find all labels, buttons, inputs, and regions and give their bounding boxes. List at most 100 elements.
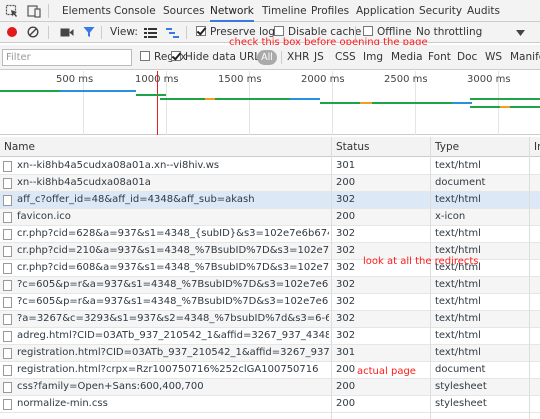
record-icon[interactable] (6, 26, 18, 38)
filter-xhr[interactable]: XHR (287, 45, 309, 70)
large-rows-icon[interactable] (144, 27, 157, 38)
filter-doc[interactable]: Doc (457, 45, 477, 70)
file-icon (3, 331, 12, 342)
request-status-cell: 302 (336, 228, 356, 239)
overview-tick-label: 1500 ms (218, 74, 262, 85)
request-name-cell: registration.html?CID=03ATb_937_210542_1… (17, 347, 329, 358)
checkbox-unchecked[interactable] (274, 26, 284, 36)
table-row[interactable]: ?c=605&p=r&a=937&s1=4348_%7BsubID%7D&s3=… (0, 294, 540, 311)
tab-profiles[interactable]: Profiles (311, 0, 349, 22)
request-name-cell: cr.php?cid=628&a=937&s1=4348_{subID}&s3=… (17, 228, 329, 239)
filter-manifest[interactable]: Manife (510, 45, 540, 70)
tab-separator (48, 4, 49, 18)
overview-bar (0, 90, 60, 92)
tab-network[interactable]: Network (210, 0, 254, 22)
filter-font[interactable]: Font (428, 45, 451, 70)
request-type-cell: text/html (435, 296, 481, 307)
request-type-cell: text/html (435, 228, 481, 239)
table-row[interactable]: normalize-min.css 200 stylesheet (0, 396, 540, 413)
chevron-down-icon[interactable] (516, 30, 525, 36)
request-status-cell: 302 (336, 313, 356, 324)
toolbar-separator (101, 26, 102, 39)
table-row[interactable]: xn--ki8hb4a5cudxa08a01a.xn--vi8hiv.ws 301… (0, 158, 540, 175)
tab-application[interactable]: Application (356, 0, 415, 22)
column-divider (331, 137, 332, 419)
file-icon (3, 178, 12, 189)
request-status-cell: 301 (336, 347, 356, 358)
tab-timeline[interactable]: Timeline (262, 0, 307, 22)
clear-icon[interactable] (27, 26, 39, 38)
tab-elements[interactable]: Elements (62, 0, 111, 22)
table-row[interactable]: favicon.ico 200 x-icon (0, 209, 540, 226)
overview-bar (360, 102, 372, 104)
table-row[interactable]: registration.html?crpx=Rzr100750716%252c… (0, 362, 540, 379)
file-icon (3, 280, 12, 291)
toolbar-separator (48, 26, 49, 39)
filter-img[interactable]: Img (363, 45, 383, 70)
tab-audits[interactable]: Audits (467, 0, 500, 22)
tab-console[interactable]: Console (114, 0, 156, 22)
overview-waterfall-icon[interactable] (166, 27, 179, 38)
table-row[interactable]: cr.php?cid=628&a=937&s1=4348_{subID}&s3=… (0, 226, 540, 243)
checkbox-checked[interactable] (171, 51, 181, 61)
checkbox-unchecked[interactable] (363, 26, 373, 36)
request-type-cell: text/html (435, 194, 481, 205)
file-icon (3, 263, 12, 274)
table-row[interactable]: adreg.html?CID=03ATb_937_210542_1&affid=… (0, 328, 540, 345)
request-name-cell: xn--ki8hb4a5cudxa08a01a (17, 177, 151, 188)
screenshot-video-icon[interactable] (60, 27, 74, 38)
request-name-cell: ?c=605&p=r&a=937&s1=4348_%7BsubID%7D&s3=… (17, 279, 329, 290)
request-name-cell: ?c=605&p=r&a=937&s1=4348_%7BsubID%7D&s3=… (17, 296, 329, 307)
request-status-cell: 302 (336, 279, 356, 290)
table-row[interactable]: ?c=605&p=r&a=937&s1=4348_%7BsubID%7D&s3=… (0, 277, 540, 294)
file-icon (3, 382, 12, 393)
request-name-cell: registration.html?crpx=Rzr100750716%252c… (17, 364, 319, 375)
file-icon (3, 212, 12, 223)
request-type-cell: text/html (435, 347, 481, 358)
network-overview[interactable]: 500 ms 1000 ms 1500 ms 2000 ms 2500 ms 3… (0, 71, 540, 135)
column-header-name[interactable]: Name (4, 137, 324, 157)
table-row[interactable]: ?a=3267&c=3293&s1=937&s2=4348_%7bsubID%7… (0, 311, 540, 328)
filter-css[interactable]: CSS (335, 45, 356, 70)
inspect-element-icon[interactable] (5, 4, 19, 18)
annotation-actual-page: actual page (357, 366, 416, 377)
table-row[interactable]: aff_c?offer_id=48&aff_id=4348&aff_sub=ak… (0, 192, 540, 209)
overview-bar (470, 98, 540, 100)
request-name-cell: cr.php?cid=608&a=937&s1=4348_%7BsubID%7D… (17, 262, 329, 273)
column-header-type[interactable]: Type (435, 137, 525, 157)
column-header-initiator[interactable]: In (534, 137, 540, 157)
filter-bar: Regex Hide data URLs All XHR JS CSS Img … (0, 45, 540, 70)
request-type-cell: text/html (435, 330, 481, 341)
load-event-line (157, 71, 158, 135)
checkbox-unchecked[interactable] (140, 51, 150, 61)
filter-js[interactable]: JS (314, 45, 324, 70)
overview-tick-label: 2500 ms (384, 74, 428, 85)
requests-table: Name Status Type In xn--ki8hb4a5cudxa08a… (0, 137, 540, 419)
file-icon (3, 229, 12, 240)
tab-security[interactable]: Security (419, 0, 462, 22)
view-label: View: (110, 26, 138, 38)
request-name-cell: cr.php?cid=210&a=937&s1=4348_%7BsubID%7D… (17, 245, 329, 256)
filter-ws[interactable]: WS (485, 45, 502, 70)
filter-funnel-icon[interactable] (83, 26, 95, 38)
filter-media[interactable]: Media (391, 45, 423, 70)
filter-all-button[interactable]: All (257, 50, 277, 65)
tab-sources[interactable]: Sources (163, 0, 205, 22)
request-status-cell: 200 (336, 381, 356, 392)
device-mode-icon[interactable] (27, 4, 41, 18)
table-row[interactable]: css?family=Open+Sans:600,400,700 200 style… (0, 379, 540, 396)
filter-input[interactable] (2, 49, 132, 66)
request-type-cell: text/html (435, 279, 481, 290)
checkbox-checked[interactable] (196, 26, 206, 36)
column-header-status[interactable]: Status (336, 137, 426, 157)
table-row[interactable]: xn--ki8hb4a5cudxa08a01a 200 document (0, 175, 540, 192)
request-status-cell: 302 (336, 296, 356, 307)
request-status-cell: 200 (336, 398, 356, 409)
file-icon (3, 195, 12, 206)
request-type-cell: x-icon (435, 211, 466, 222)
request-status-cell: 302 (336, 194, 356, 205)
table-row[interactable]: registration.html?CID=03ATb_937_210542_1… (0, 345, 540, 362)
request-status-cell: 200 (336, 177, 356, 188)
hide-data-urls-checkbox[interactable]: Hide data URLs (171, 45, 266, 70)
request-type-cell: stylesheet (435, 398, 487, 409)
